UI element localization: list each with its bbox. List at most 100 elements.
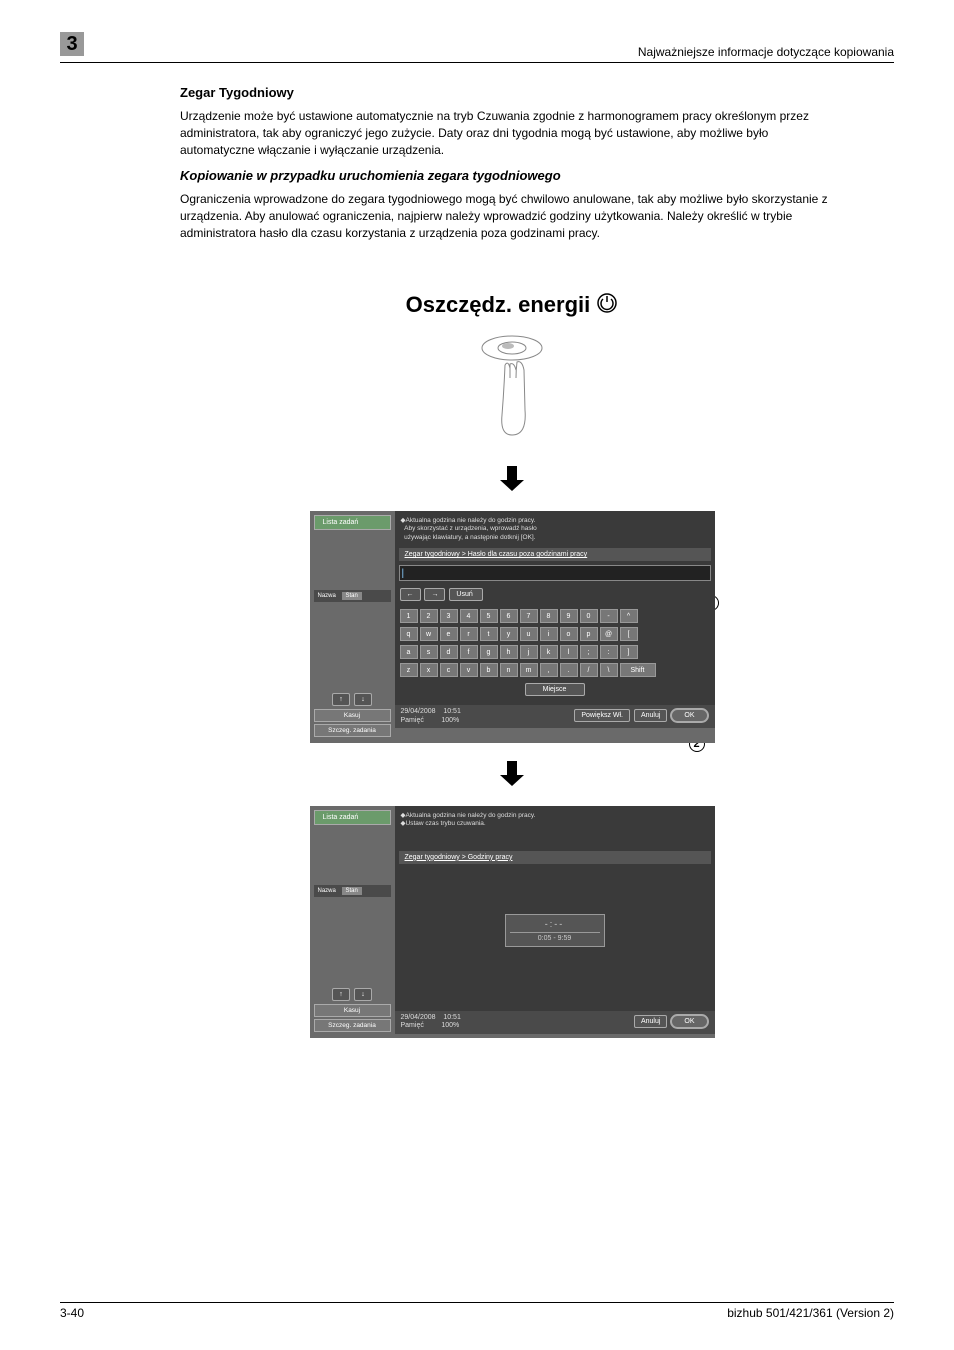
key-a[interactable]: a <box>400 645 418 659</box>
key-@[interactable]: @ <box>600 627 618 641</box>
finger-press-illustration <box>180 330 844 443</box>
ok-button[interactable]: OK <box>670 708 708 723</box>
key-k[interactable]: k <box>540 645 558 659</box>
key-9[interactable]: 9 <box>560 609 578 623</box>
keyboard-row-4: zxcvbnm,./\Shift <box>399 662 711 678</box>
key-g[interactable]: g <box>480 645 498 659</box>
key-m[interactable]: m <box>520 663 538 677</box>
key-w[interactable]: w <box>420 627 438 641</box>
subsection-title: Kopiowanie w przypadku uruchomienia zega… <box>180 168 844 183</box>
arrow-down-icon <box>180 758 844 791</box>
key-3[interactable]: 3 <box>440 609 458 623</box>
sidebar-col-name: Nazwa <box>314 887 340 895</box>
cancel-button[interactable]: Anuluj <box>634 1015 667 1028</box>
key-p[interactable]: p <box>580 627 598 641</box>
screenshot-1: Lista zadań Nazwa Stan ↑ ↓ Kasuj Szczeg.… <box>310 511 715 743</box>
page-header-breadcrumb: Najważniejsze informacje dotyczące kopio… <box>60 45 894 63</box>
ok-button[interactable]: OK <box>670 1014 708 1029</box>
keyboard-delete-button[interactable]: Usuń <box>449 588 483 601</box>
info-message: ◆Aktualna godzina nie należy do godzin p… <box>399 810 711 831</box>
key-;[interactable]: ; <box>580 645 598 659</box>
password-input[interactable]: | <box>399 565 711 581</box>
nav-down-button[interactable]: ↓ <box>354 988 372 1001</box>
key-s[interactable]: s <box>420 645 438 659</box>
memory-label: Pamięć <box>401 1022 424 1029</box>
key-l[interactable]: l <box>560 645 578 659</box>
paragraph-1: Urządzenie może być ustawione automatycz… <box>180 108 844 158</box>
memory-value: 100% <box>441 717 459 724</box>
key-c[interactable]: c <box>440 663 458 677</box>
keyboard-row-3: asdfghjkl;:] <box>399 644 711 660</box>
screenshot-2: Lista zadań Nazwa Stan ↑ ↓ Kasuj Szczeg.… <box>310 806 715 1038</box>
nav-down-button[interactable]: ↓ <box>354 693 372 706</box>
status-date: 29/04/2008 <box>401 1014 436 1021</box>
key-r[interactable]: r <box>460 627 478 641</box>
arrow-left-button[interactable]: ← <box>400 588 421 601</box>
job-list-button[interactable]: Lista zadań <box>314 515 391 530</box>
key-/[interactable]: / <box>580 663 598 677</box>
breadcrumb-bar: Zegar tygodniowy > Hasło dla czasu poza … <box>399 548 711 561</box>
section-title: Zegar Tygodniowy <box>180 85 844 100</box>
key-[[interactable]: [ <box>620 627 638 641</box>
cancel-button[interactable]: Anuluj <box>634 709 667 722</box>
key-n[interactable]: n <box>500 663 518 677</box>
key-q[interactable]: q <box>400 627 418 641</box>
key-5[interactable]: 5 <box>480 609 498 623</box>
job-details-button[interactable]: Szczeg. zadania <box>314 724 391 737</box>
info-message: ◆Aktualna godzina nie należy do godzin p… <box>399 515 711 544</box>
enlarge-button[interactable]: Powiększ Wł. <box>574 709 630 722</box>
key-,[interactable]: , <box>540 663 558 677</box>
key-6[interactable]: 6 <box>500 609 518 623</box>
sidebar-col-status: Stan <box>342 887 362 895</box>
sidebar-col-status: Stan <box>342 592 362 600</box>
space-button[interactable]: Miejsce <box>525 683 585 696</box>
delete-button[interactable]: Kasuj <box>314 709 391 722</box>
status-date: 29/04/2008 <box>401 708 436 715</box>
key-\[interactable]: \ <box>600 663 618 677</box>
key-1[interactable]: 1 <box>400 609 418 623</box>
key-y[interactable]: y <box>500 627 518 641</box>
paragraph-2: Ograniczenia wprowadzone do zegara tygod… <box>180 191 844 241</box>
key-^[interactable]: ^ <box>620 609 638 623</box>
job-list-button[interactable]: Lista zadań <box>314 810 391 825</box>
key-b[interactable]: b <box>480 663 498 677</box>
key-0[interactable]: 0 <box>580 609 598 623</box>
page-footer: 3-40 bizhub 501/421/361 (Version 2) <box>60 1302 894 1320</box>
key-][interactable]: ] <box>620 645 638 659</box>
power-icon <box>596 292 618 320</box>
delete-button[interactable]: Kasuj <box>314 1004 391 1017</box>
key-.[interactable]: . <box>560 663 578 677</box>
status-time: 10:51 <box>443 1014 461 1021</box>
key-2[interactable]: 2 <box>420 609 438 623</box>
key-t[interactable]: t <box>480 627 498 641</box>
nav-up-button[interactable]: ↑ <box>332 693 350 706</box>
key-:[interactable]: : <box>600 645 618 659</box>
key-j[interactable]: j <box>520 645 538 659</box>
keyboard-row-2: qwertyuiop@[ <box>399 626 711 642</box>
page-number: 3-40 <box>60 1306 84 1320</box>
key-x[interactable]: x <box>420 663 438 677</box>
time-input[interactable]: -:-- 0:05 - 9:59 <box>505 914 605 947</box>
key-7[interactable]: 7 <box>520 609 538 623</box>
key-i[interactable]: i <box>540 627 558 641</box>
product-name: bizhub 501/421/361 (Version 2) <box>727 1306 894 1320</box>
arrow-right-button[interactable]: → <box>424 588 445 601</box>
memory-value: 100% <box>441 1022 459 1029</box>
key-8[interactable]: 8 <box>540 609 558 623</box>
key-4[interactable]: 4 <box>460 609 478 623</box>
breadcrumb-bar: Zegar tygodniowy > Godziny pracy <box>399 851 711 864</box>
key-f[interactable]: f <box>460 645 478 659</box>
key-shift[interactable]: Shift <box>620 663 656 677</box>
key-z[interactable]: z <box>400 663 418 677</box>
key-e[interactable]: e <box>440 627 458 641</box>
key-h[interactable]: h <box>500 645 518 659</box>
nav-up-button[interactable]: ↑ <box>332 988 350 1001</box>
key-d[interactable]: d <box>440 645 458 659</box>
key-v[interactable]: v <box>460 663 478 677</box>
job-details-button[interactable]: Szczeg. zadania <box>314 1019 391 1032</box>
key-o[interactable]: o <box>560 627 578 641</box>
key--[interactable]: - <box>600 609 618 623</box>
status-time: 10:51 <box>443 708 461 715</box>
key-u[interactable]: u <box>520 627 538 641</box>
sidebar-col-name: Nazwa <box>314 592 340 600</box>
